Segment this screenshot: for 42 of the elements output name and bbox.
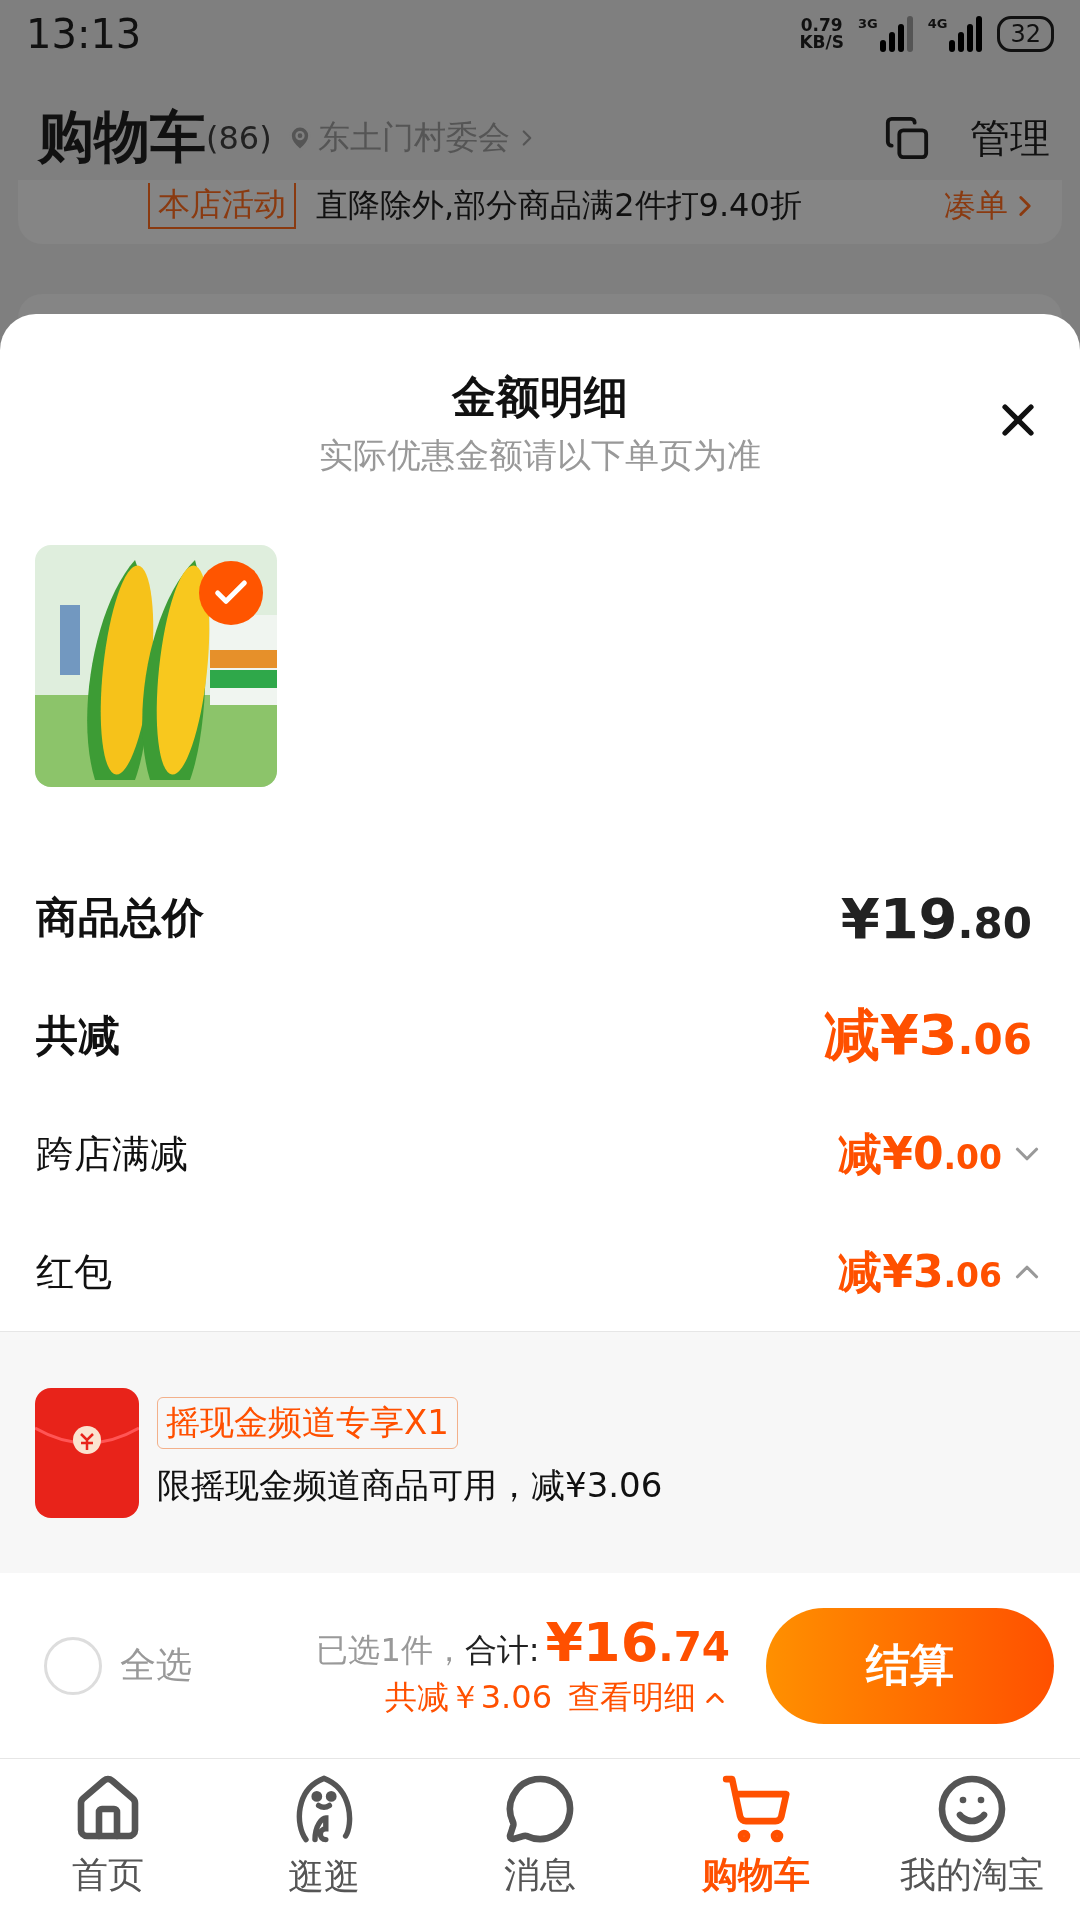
cart-icon: [720, 1773, 792, 1845]
signal-icon: [949, 16, 984, 52]
tab-item[interactable]: 逛逛: [216, 1759, 432, 1920]
row-label: 共减: [36, 1010, 120, 1062]
add-on-link[interactable]: 凑单: [944, 184, 1042, 228]
total-label: 合计:: [464, 1630, 540, 1671]
page-title: 购物车: [38, 103, 206, 171]
tab-item[interactable]: 我的淘宝: [864, 1759, 1080, 1920]
smiley-icon: [936, 1773, 1008, 1845]
tab-item[interactable]: 首页: [0, 1759, 216, 1920]
network-speed: 0.79 KB/S: [799, 17, 844, 51]
envelope-icon: [35, 1387, 139, 1518]
amount-value: 减¥0.00: [838, 1126, 1002, 1181]
row-label: 跨店满减: [36, 1130, 188, 1178]
network-type: 3G: [858, 16, 878, 31]
coupon-text: 限摇现金频道商品可用，减¥3.06: [157, 1463, 663, 1507]
select-all-checkbox[interactable]: 全选: [44, 1636, 192, 1695]
status-time: 13:13: [26, 11, 142, 57]
sheet-title: 金额明细: [452, 370, 628, 424]
amount-value: 减¥3.06: [838, 1244, 1002, 1299]
row-label: 商品总价: [36, 892, 204, 944]
selected-count: 已选1件，: [316, 1630, 465, 1671]
amount-value: ¥19.80: [840, 885, 1032, 951]
amount-value: 减¥3.06: [823, 1001, 1032, 1069]
row-label: 红包: [36, 1248, 112, 1296]
chat-icon: [504, 1773, 576, 1845]
cart-count: (86): [206, 119, 272, 157]
network-type: 4G: [927, 16, 948, 31]
saving-text: 共减￥3.06: [384, 1677, 552, 1718]
total-price: ¥16.74: [545, 1611, 730, 1674]
sheet-subtitle: 实际优惠金额请以下单页为准: [319, 434, 761, 477]
battery-level: 32: [997, 16, 1054, 52]
promo-tag: 本店活动: [148, 183, 296, 229]
manage-button[interactable]: 管理: [970, 110, 1050, 166]
tab-item[interactable]: 购物车: [648, 1759, 864, 1920]
tab-item[interactable]: 消息: [432, 1759, 648, 1920]
checkout-button[interactable]: 结算: [766, 1607, 1054, 1724]
signal-icon: [879, 16, 914, 52]
details-link[interactable]: 查看明细: [568, 1676, 730, 1720]
coupon-tag: 摇现金频道专享X1: [157, 1396, 458, 1449]
copy-icon[interactable]: [884, 115, 930, 161]
promo-text: 直降除外,部分商品满2件打9.40折: [316, 185, 803, 226]
